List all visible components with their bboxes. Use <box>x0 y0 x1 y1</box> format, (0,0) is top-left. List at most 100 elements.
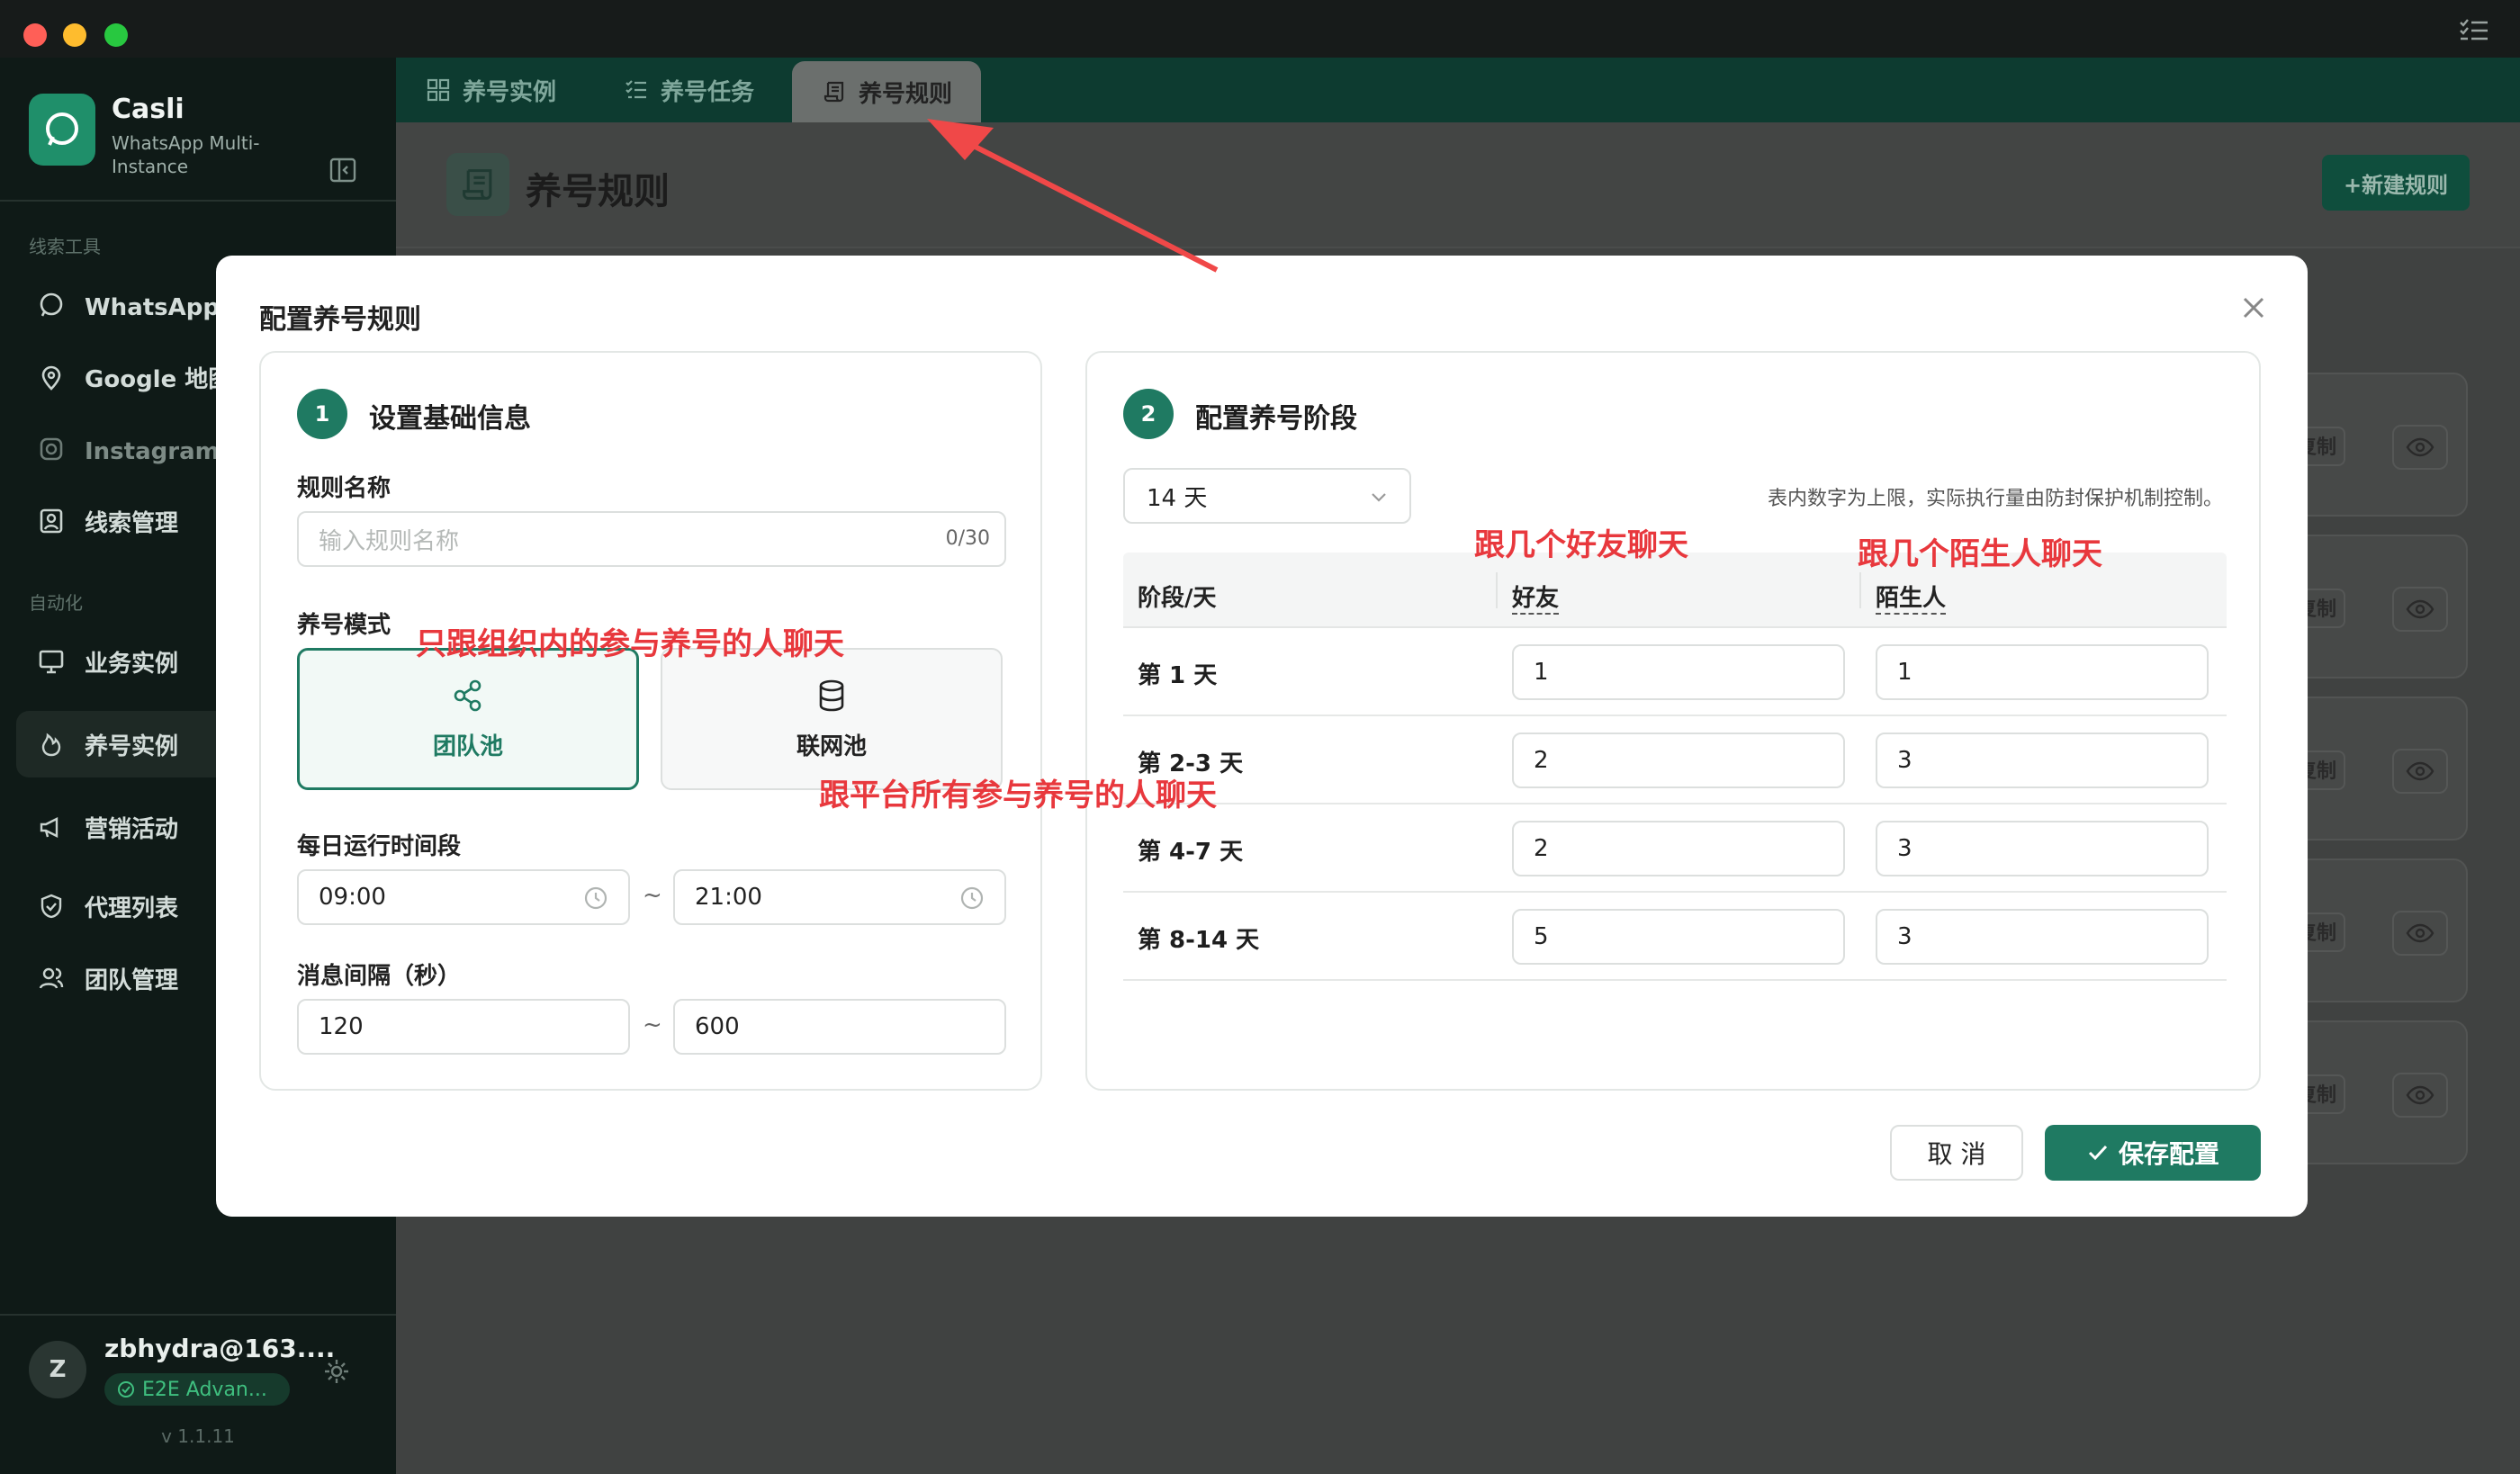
modal-title: 配置养号规则 <box>259 304 421 336</box>
col-strangers: 陌生人 <box>1876 580 1947 615</box>
stage-day: 第 8-14 天 <box>1138 927 1260 954</box>
eye-icon[interactable] <box>2392 587 2448 632</box>
eye-icon[interactable] <box>2392 749 2448 794</box>
avatar[interactable]: Z <box>29 1341 86 1398</box>
start-time-value: 09:00 <box>319 884 386 911</box>
contact-card-icon <box>36 506 67 536</box>
sidebar-item-label: 养号实例 <box>85 733 179 760</box>
rule-name-input[interactable]: 输入规则名称 0/30 <box>297 511 1006 567</box>
sidebar-divider <box>0 200 396 202</box>
close-icon[interactable] <box>2236 290 2272 326</box>
save-label: 保存配置 <box>2118 1139 2219 1169</box>
map-pin-icon <box>36 362 67 392</box>
page-header <box>396 122 2520 248</box>
friends-input[interactable]: 5 <box>1512 909 1845 965</box>
users-icon <box>36 963 67 993</box>
plan-badge-label: E2E Advan... <box>142 1378 267 1401</box>
char-counter: 0/30 <box>945 527 990 550</box>
save-config-button[interactable]: 保存配置 <box>2045 1125 2261 1181</box>
stage-day: 第 1 天 <box>1138 662 1218 689</box>
team-pool-label: 团队池 <box>432 733 503 760</box>
sidebar-item-label: 业务实例 <box>85 650 179 678</box>
scroll-icon <box>821 78 848 105</box>
sidebar-collapse-icon[interactable] <box>329 157 356 184</box>
sidebar-item-label: 团队管理 <box>85 966 179 994</box>
app-name: Casli <box>112 94 184 125</box>
grid-icon <box>425 76 452 103</box>
strangers-input[interactable]: 3 <box>1876 821 2209 876</box>
checklist-icon[interactable] <box>2459 18 2489 41</box>
strangers-input[interactable]: 3 <box>1876 909 2209 965</box>
sidebar-section-automation: 自动化 <box>29 592 83 614</box>
minimize-window-button[interactable] <box>63 23 86 47</box>
window-titlebar <box>0 0 2520 58</box>
flame-icon <box>36 729 67 759</box>
check-circle-icon <box>117 1380 135 1398</box>
network-pool-label: 联网池 <box>796 733 867 760</box>
rule-name-label: 规则名称 <box>297 475 392 502</box>
annotation-network-pool: 跟平台所有参与养号的人聊天 <box>819 777 1217 813</box>
maximize-window-button[interactable] <box>104 23 128 47</box>
sidebar-item-label: 代理列表 <box>85 894 179 922</box>
stage-config-panel: 2 配置养号阶段 14 天 表内数字为上限，实际执行量由防封保护机制控制。 阶段… <box>1085 351 2261 1091</box>
interval-max-value: 600 <box>695 1013 740 1040</box>
table-row: 第 8-14 天 5 3 <box>1123 893 2227 981</box>
friends-input[interactable]: 2 <box>1512 733 1845 788</box>
end-time-input[interactable]: 21:00 <box>673 869 1006 925</box>
sidebar-item-label: 线索管理 <box>85 509 179 537</box>
configure-rule-modal: 配置养号规则 1 设置基础信息 规则名称 输入规则名称 0/30 养号模式 团队… <box>216 256 2308 1217</box>
interval-max-input[interactable]: 600 <box>673 999 1006 1055</box>
tab-label: 养号任务 <box>661 78 755 106</box>
eye-icon[interactable] <box>2392 911 2448 956</box>
table-row: 第 1 天 1 1 <box>1123 628 2227 716</box>
scroll-icon <box>446 153 509 216</box>
step-number: 1 <box>297 389 347 439</box>
step-title: 设置基础信息 <box>369 403 531 435</box>
tab-warmup-tasks[interactable]: 养号任务 <box>623 58 754 122</box>
start-time-input[interactable]: 09:00 <box>297 869 630 925</box>
strangers-input[interactable]: 1 <box>1876 644 2209 700</box>
tab-label: 养号规则 <box>859 80 953 108</box>
megaphone-icon <box>36 812 67 842</box>
clock-icon <box>959 885 985 911</box>
app-version: v 1.1.11 <box>161 1425 235 1447</box>
tab-warmup-instances[interactable]: 养号实例 <box>425 58 556 122</box>
close-window-button[interactable] <box>23 23 47 47</box>
days-select[interactable]: 14 天 <box>1123 468 1411 524</box>
time-range-label: 每日运行时间段 <box>297 833 462 860</box>
eye-icon[interactable] <box>2392 425 2448 470</box>
app-subtitle: WhatsApp Multi-Instance <box>112 132 260 177</box>
instagram-icon <box>36 434 67 464</box>
page-title: 养号规则 <box>526 171 670 212</box>
rule-name-placeholder: 输入规则名称 <box>319 527 460 555</box>
tab-bar: 养号实例 养号任务 养号规则 <box>396 58 2520 122</box>
team-pool-option[interactable]: 团队池 <box>297 648 639 790</box>
new-rule-button[interactable]: +新建规则 <box>2322 155 2470 211</box>
tab-warmup-rules[interactable]: 养号规则 <box>792 61 982 122</box>
strangers-input[interactable]: 3 <box>1876 733 2209 788</box>
checklist-icon <box>623 76 650 103</box>
col-stage: 阶段/天 <box>1138 585 1217 612</box>
whatsapp-logo-icon <box>29 94 95 166</box>
annotation-strangers: 跟几个陌生人聊天 <box>1858 536 2102 572</box>
interval-min-input[interactable]: 120 <box>297 999 630 1055</box>
basic-info-panel: 1 设置基础信息 规则名称 输入规则名称 0/30 养号模式 团队池 联网池 每… <box>259 351 1042 1091</box>
sidebar-item-label: 营销活动 <box>85 815 179 843</box>
monitor-icon <box>36 646 67 677</box>
cancel-button[interactable]: 取 消 <box>1890 1125 2023 1181</box>
stage-day: 第 4-7 天 <box>1138 839 1244 866</box>
interval-label: 消息间隔（秒） <box>297 963 462 990</box>
sidebar-section-lead-tools: 线索工具 <box>29 236 101 257</box>
chat-bubble-icon <box>36 290 67 320</box>
table-hint: 表内数字为上限，实际执行量由防封保护机制控制。 <box>1767 488 2223 510</box>
friends-input[interactable]: 2 <box>1512 821 1845 876</box>
gear-icon[interactable] <box>322 1357 351 1386</box>
eye-icon[interactable] <box>2392 1073 2448 1118</box>
shield-icon <box>36 891 67 921</box>
range-separator: ~ <box>643 1011 662 1038</box>
table-row: 第 2-3 天 2 3 <box>1123 716 2227 804</box>
step-number: 2 <box>1123 389 1174 439</box>
annotation-friends: 跟几个好友聊天 <box>1474 527 1688 563</box>
network-pool-option[interactable]: 联网池 <box>661 648 1003 790</box>
friends-input[interactable]: 1 <box>1512 644 1845 700</box>
